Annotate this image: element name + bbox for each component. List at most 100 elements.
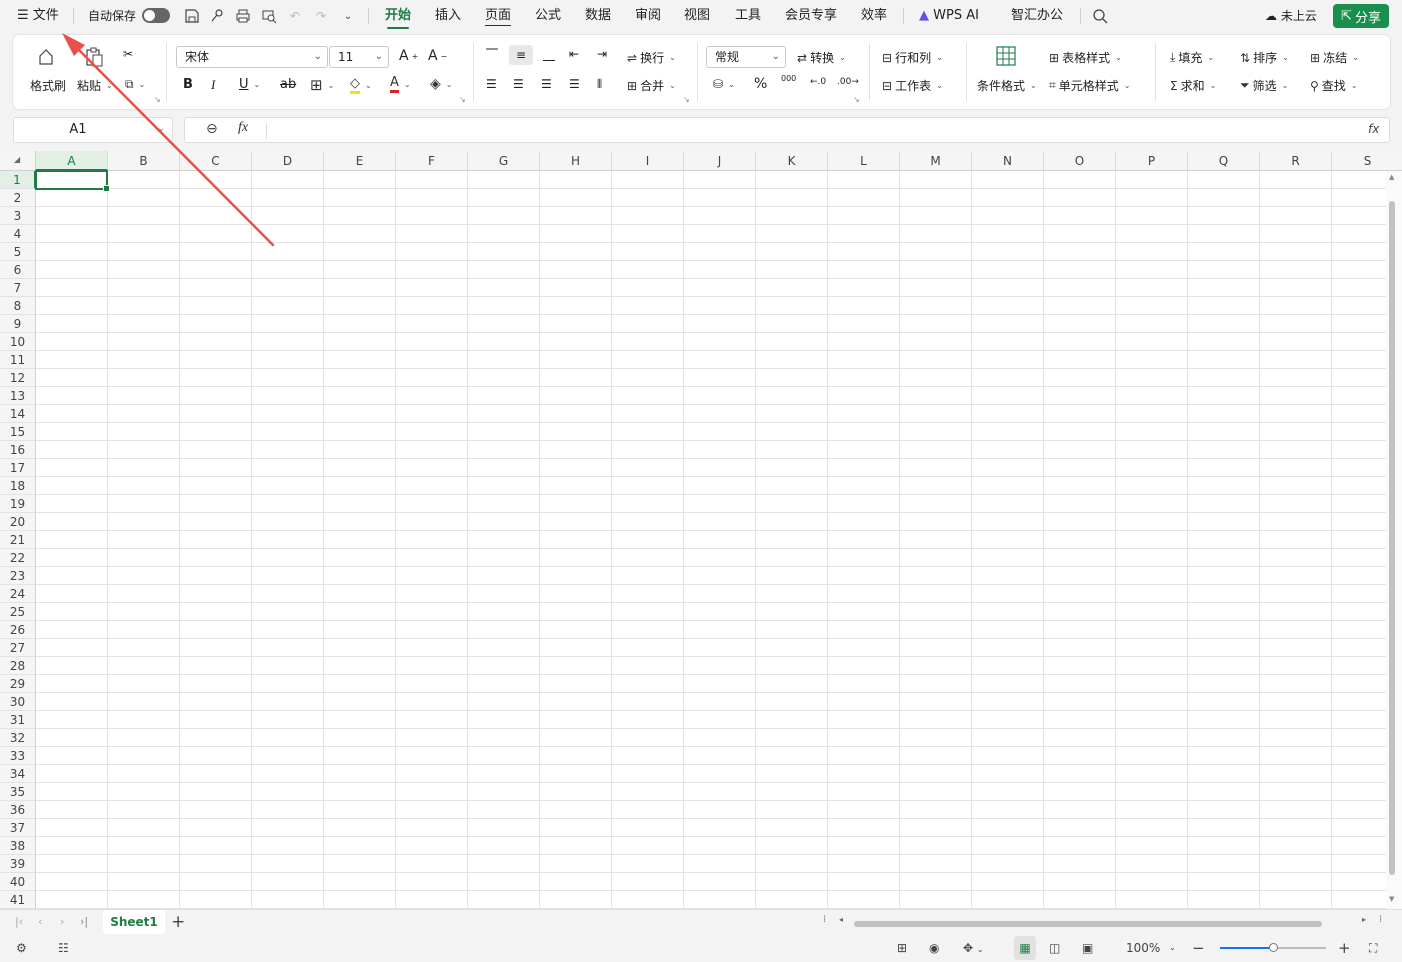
table-style-button[interactable]: ⊞ 表格样式 ⌄ <box>1049 49 1122 66</box>
underline-button[interactable]: U ⌄ <box>239 77 260 92</box>
italic-button[interactable]: I <box>211 77 215 93</box>
sum-button[interactable]: Σ 求和 ⌄ <box>1170 77 1216 94</box>
page-layout-view-icon[interactable]: ◫ <box>1049 936 1060 960</box>
freeze-button[interactable]: ⊞ 冻结 ⌄ <box>1310 49 1359 66</box>
worksheet-button[interactable]: ⊟ 工作表 ⌄ <box>882 77 943 94</box>
convert-button[interactable]: ⇄ 转换 ⌄ <box>797 49 846 66</box>
tab-member[interactable]: 会员专享 <box>785 0 837 32</box>
cell-area[interactable] <box>36 171 1386 909</box>
name-box[interactable]: A1 <box>13 117 173 143</box>
column-header-l[interactable]: L <box>828 151 900 171</box>
macro-icon[interactable]: ⚙ <box>16 936 27 960</box>
row-header-17[interactable]: 17 <box>0 459 36 477</box>
sort-button[interactable]: ⇅ 排序 ⌄ <box>1240 49 1289 66</box>
align-bottom-icon[interactable]: ⎽ <box>543 47 555 62</box>
decrease-decimal-icon[interactable]: .00→ <box>837 77 859 87</box>
column-header-r[interactable]: R <box>1260 151 1332 171</box>
scroll-divider-icon[interactable]: ⁞ <box>823 914 826 925</box>
currency-button[interactable]: ⛁ ⌄ <box>713 77 735 91</box>
increase-indent-icon[interactable]: ⇥ <box>597 47 607 61</box>
tab-home[interactable]: 开始 <box>385 0 411 32</box>
column-header-o[interactable]: O <box>1044 151 1116 171</box>
tab-smart-office[interactable]: 智汇办公 <box>1011 0 1063 32</box>
strikethrough-icon[interactable]: ab <box>280 77 296 92</box>
cut-icon[interactable]: ✂ <box>123 47 133 61</box>
row-header-31[interactable]: 31 <box>0 711 36 729</box>
row-header-33[interactable]: 33 <box>0 747 36 765</box>
font-name-select[interactable]: 宋体 ⌄ <box>176 46 328 68</box>
zoom-in-icon[interactable]: + <box>1338 936 1351 960</box>
row-header-2[interactable]: 2 <box>0 189 36 207</box>
find-button[interactable]: ⚲ 查找 ⌄ <box>1310 77 1358 94</box>
filter-button[interactable]: ⏷ 筛选 ⌄ <box>1240 77 1288 94</box>
search-icon[interactable] <box>1090 6 1110 26</box>
paste-button[interactable]: 粘贴 ⌄ <box>77 77 113 94</box>
outline-icon[interactable]: ☷ <box>58 936 69 960</box>
zoom-out-formula-icon[interactable]: ⊖ <box>206 121 218 137</box>
zoom-level[interactable]: 100% <box>1126 936 1160 960</box>
column-header-e[interactable]: E <box>324 151 396 171</box>
cloud-status-button[interactable]: ☁ 未上云 <box>1265 0 1317 32</box>
column-header-i[interactable]: I <box>612 151 684 171</box>
row-header-28[interactable]: 28 <box>0 657 36 675</box>
redo-icon[interactable]: ↷ <box>311 6 331 26</box>
align-left-icon[interactable]: ☰ <box>486 77 497 91</box>
function-fx-icon[interactable]: fx <box>238 120 248 136</box>
conditional-format-button[interactable]: 条件格式 ⌄ <box>977 77 1037 94</box>
wrap-text-button[interactable]: ⇌ 换行 ⌄ <box>627 49 676 66</box>
align-center-icon[interactable]: ☰ <box>513 77 524 91</box>
row-header-24[interactable]: 24 <box>0 585 36 603</box>
format-painter-button[interactable]: 格式刷 <box>30 77 66 94</box>
column-header-q[interactable]: Q <box>1188 151 1260 171</box>
row-header-36[interactable]: 36 <box>0 801 36 819</box>
row-header-23[interactable]: 23 <box>0 567 36 585</box>
column-header-b[interactable]: B <box>108 151 180 171</box>
column-header-k[interactable]: K <box>756 151 828 171</box>
row-header-22[interactable]: 22 <box>0 549 36 567</box>
row-header-26[interactable]: 26 <box>0 621 36 639</box>
row-header-32[interactable]: 32 <box>0 729 36 747</box>
column-header-j[interactable]: J <box>684 151 756 171</box>
column-header-p[interactable]: P <box>1116 151 1188 171</box>
paste-icon[interactable] <box>83 45 107 69</box>
row-header-12[interactable]: 12 <box>0 369 36 387</box>
zoom-out-icon[interactable]: − <box>1192 936 1205 960</box>
row-header-38[interactable]: 38 <box>0 837 36 855</box>
share-button[interactable]: ⇱ 分享 <box>1333 4 1389 28</box>
column-header-a[interactable]: A <box>36 151 108 171</box>
formula-input[interactable] <box>184 117 1390 143</box>
dialog-launcher-icon[interactable]: ↘ <box>683 95 690 104</box>
font-size-select[interactable]: 11 ⌄ <box>329 46 389 68</box>
calc-mode-icon[interactable]: ⊞ <box>897 936 907 960</box>
scroll-down-icon[interactable]: ▼ <box>1389 895 1394 903</box>
tab-efficiency[interactable]: 效率 <box>861 0 887 32</box>
row-header-14[interactable]: 14 <box>0 405 36 423</box>
row-header-20[interactable]: 20 <box>0 513 36 531</box>
fill-button[interactable]: ⤓ 填充 ⌄ <box>1170 49 1214 66</box>
row-header-9[interactable]: 9 <box>0 315 36 333</box>
row-header-15[interactable]: 15 <box>0 423 36 441</box>
center-view-button[interactable]: ✥ ⌄ <box>963 936 984 960</box>
conditional-format-icon[interactable] <box>995 45 1017 67</box>
first-sheet-icon[interactable]: |‹ <box>15 915 23 928</box>
column-header-f[interactable]: F <box>396 151 468 171</box>
row-header-4[interactable]: 4 <box>0 225 36 243</box>
row-header-6[interactable]: 6 <box>0 261 36 279</box>
row-header-41[interactable]: 41 <box>0 891 36 909</box>
row-header-1[interactable]: 1 <box>0 171 36 189</box>
row-header-27[interactable]: 27 <box>0 639 36 657</box>
row-header-16[interactable]: 16 <box>0 441 36 459</box>
quick-access-dropdown-icon[interactable]: ⌄ <box>338 6 358 26</box>
row-header-40[interactable]: 40 <box>0 873 36 891</box>
column-header-d[interactable]: D <box>252 151 324 171</box>
autosave-toggle[interactable] <box>142 8 170 23</box>
row-header-8[interactable]: 8 <box>0 297 36 315</box>
column-header-m[interactable]: M <box>900 151 972 171</box>
distributed-icon[interactable]: ⫴ <box>597 77 602 92</box>
dialog-launcher-icon[interactable]: ↘ <box>459 95 466 104</box>
increase-font-icon[interactable]: A + <box>399 48 418 64</box>
vertical-scroll-thumb[interactable] <box>1389 201 1395 875</box>
share-link-icon[interactable] <box>207 6 227 26</box>
increase-decimal-icon[interactable]: ←.0 <box>810 77 826 87</box>
select-all-corner[interactable]: ◢ <box>0 151 36 171</box>
